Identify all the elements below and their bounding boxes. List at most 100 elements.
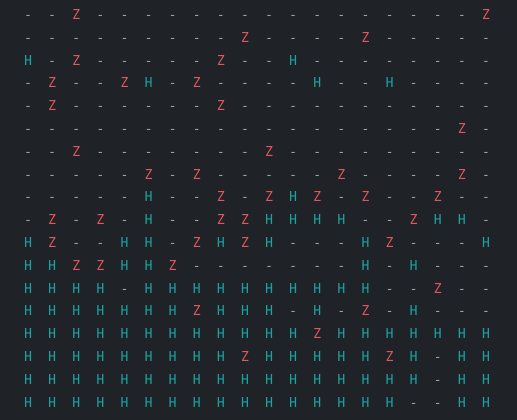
zombie-cell: Z	[240, 236, 249, 251]
human-cell: H	[216, 327, 225, 343]
empty-cell: -	[120, 8, 129, 23]
empty-cell: -	[409, 122, 418, 137]
empty-cell: -	[457, 304, 466, 320]
empty-cell: -	[337, 258, 346, 274]
human-cell: H	[168, 281, 177, 297]
empty-cell: -	[409, 8, 418, 23]
human-cell: H	[337, 327, 346, 343]
human-cell: H	[289, 350, 297, 365]
human-cell: H	[265, 281, 273, 297]
empty-cell: -	[481, 144, 490, 160]
human-cell: H	[24, 327, 32, 343]
human-cell: H	[144, 236, 153, 251]
human-cell: H	[433, 327, 442, 343]
zombie-cell: Z	[96, 258, 105, 274]
empty-cell: -	[24, 190, 32, 206]
empty-cell: -	[216, 8, 225, 23]
human-cell: H	[144, 76, 153, 92]
human-cell: H	[48, 395, 56, 411]
human-cell: H	[192, 281, 201, 297]
empty-cell: -	[313, 236, 322, 251]
empty-cell: -	[289, 99, 297, 115]
human-cell: H	[409, 258, 418, 274]
empty-cell: -	[265, 8, 273, 23]
empty-cell: -	[192, 258, 201, 274]
empty-cell: -	[313, 144, 322, 160]
empty-cell: -	[240, 122, 249, 137]
zombie-cell: Z	[433, 281, 442, 297]
empty-cell: -	[361, 8, 370, 23]
human-cell: H	[337, 213, 346, 229]
empty-cell: -	[385, 144, 394, 160]
empty-cell: -	[72, 167, 81, 183]
human-cell: H	[120, 327, 129, 343]
human-cell: H	[168, 327, 177, 343]
human-cell: H	[192, 372, 201, 388]
human-cell: H	[289, 327, 297, 343]
empty-cell: -	[96, 30, 105, 46]
empty-cell: -	[409, 53, 418, 69]
zombie-cell: Z	[433, 190, 442, 206]
empty-cell: -	[120, 167, 129, 183]
empty-cell: -	[265, 122, 273, 137]
human-cell: H	[240, 327, 249, 343]
empty-cell: -	[24, 167, 32, 183]
empty-cell: -	[385, 304, 394, 320]
empty-cell: -	[289, 304, 297, 320]
human-cell: H	[265, 327, 273, 343]
empty-cell: -	[240, 99, 249, 115]
empty-cell: -	[409, 236, 418, 251]
human-cell: H	[361, 258, 370, 274]
human-cell: H	[481, 350, 490, 365]
empty-cell: -	[168, 167, 177, 183]
empty-cell: -	[96, 236, 105, 251]
empty-cell: -	[144, 30, 153, 46]
human-cell: H	[72, 304, 81, 320]
empty-cell: -	[337, 122, 346, 137]
empty-cell: -	[192, 190, 201, 206]
empty-cell: -	[96, 76, 105, 92]
empty-cell: -	[337, 8, 346, 23]
human-cell: H	[168, 304, 177, 320]
zombie-cell: Z	[385, 236, 394, 251]
empty-cell: -	[457, 236, 466, 251]
empty-cell: -	[144, 144, 153, 160]
human-cell: H	[192, 350, 201, 365]
human-cell: H	[265, 372, 273, 388]
empty-cell: -	[481, 281, 490, 297]
empty-cell: -	[48, 167, 56, 183]
human-cell: H	[96, 372, 105, 388]
human-cell: H	[96, 327, 105, 343]
human-cell: H	[216, 304, 225, 320]
human-cell: H	[144, 258, 153, 274]
empty-cell: -	[457, 8, 466, 23]
empty-cell: -	[168, 122, 177, 137]
empty-cell: -	[361, 76, 370, 92]
human-cell: H	[265, 395, 273, 411]
empty-cell: -	[96, 167, 105, 183]
empty-cell: -	[313, 99, 322, 115]
zombie-cell: Z	[216, 53, 225, 69]
empty-cell: -	[457, 99, 466, 115]
human-cell: H	[144, 395, 153, 411]
empty-cell: -	[385, 8, 394, 23]
empty-cell: -	[433, 53, 442, 69]
zombie-cell: Z	[168, 258, 177, 274]
empty-cell: -	[433, 350, 442, 365]
empty-cell: -	[289, 76, 297, 92]
human-cell: H	[192, 327, 201, 343]
human-cell: H	[120, 395, 129, 411]
human-cell: H	[24, 372, 32, 388]
human-cell: H	[265, 304, 273, 320]
zombie-cell: Z	[144, 167, 153, 183]
empty-cell: -	[337, 53, 346, 69]
empty-cell: -	[72, 99, 81, 115]
human-cell: H	[216, 350, 225, 365]
human-cell: H	[385, 395, 394, 411]
empty-cell: -	[481, 167, 490, 183]
empty-cell: -	[168, 30, 177, 46]
empty-cell: -	[433, 144, 442, 160]
empty-cell: -	[72, 76, 81, 92]
empty-cell: -	[216, 144, 225, 160]
human-cell: H	[48, 304, 56, 320]
